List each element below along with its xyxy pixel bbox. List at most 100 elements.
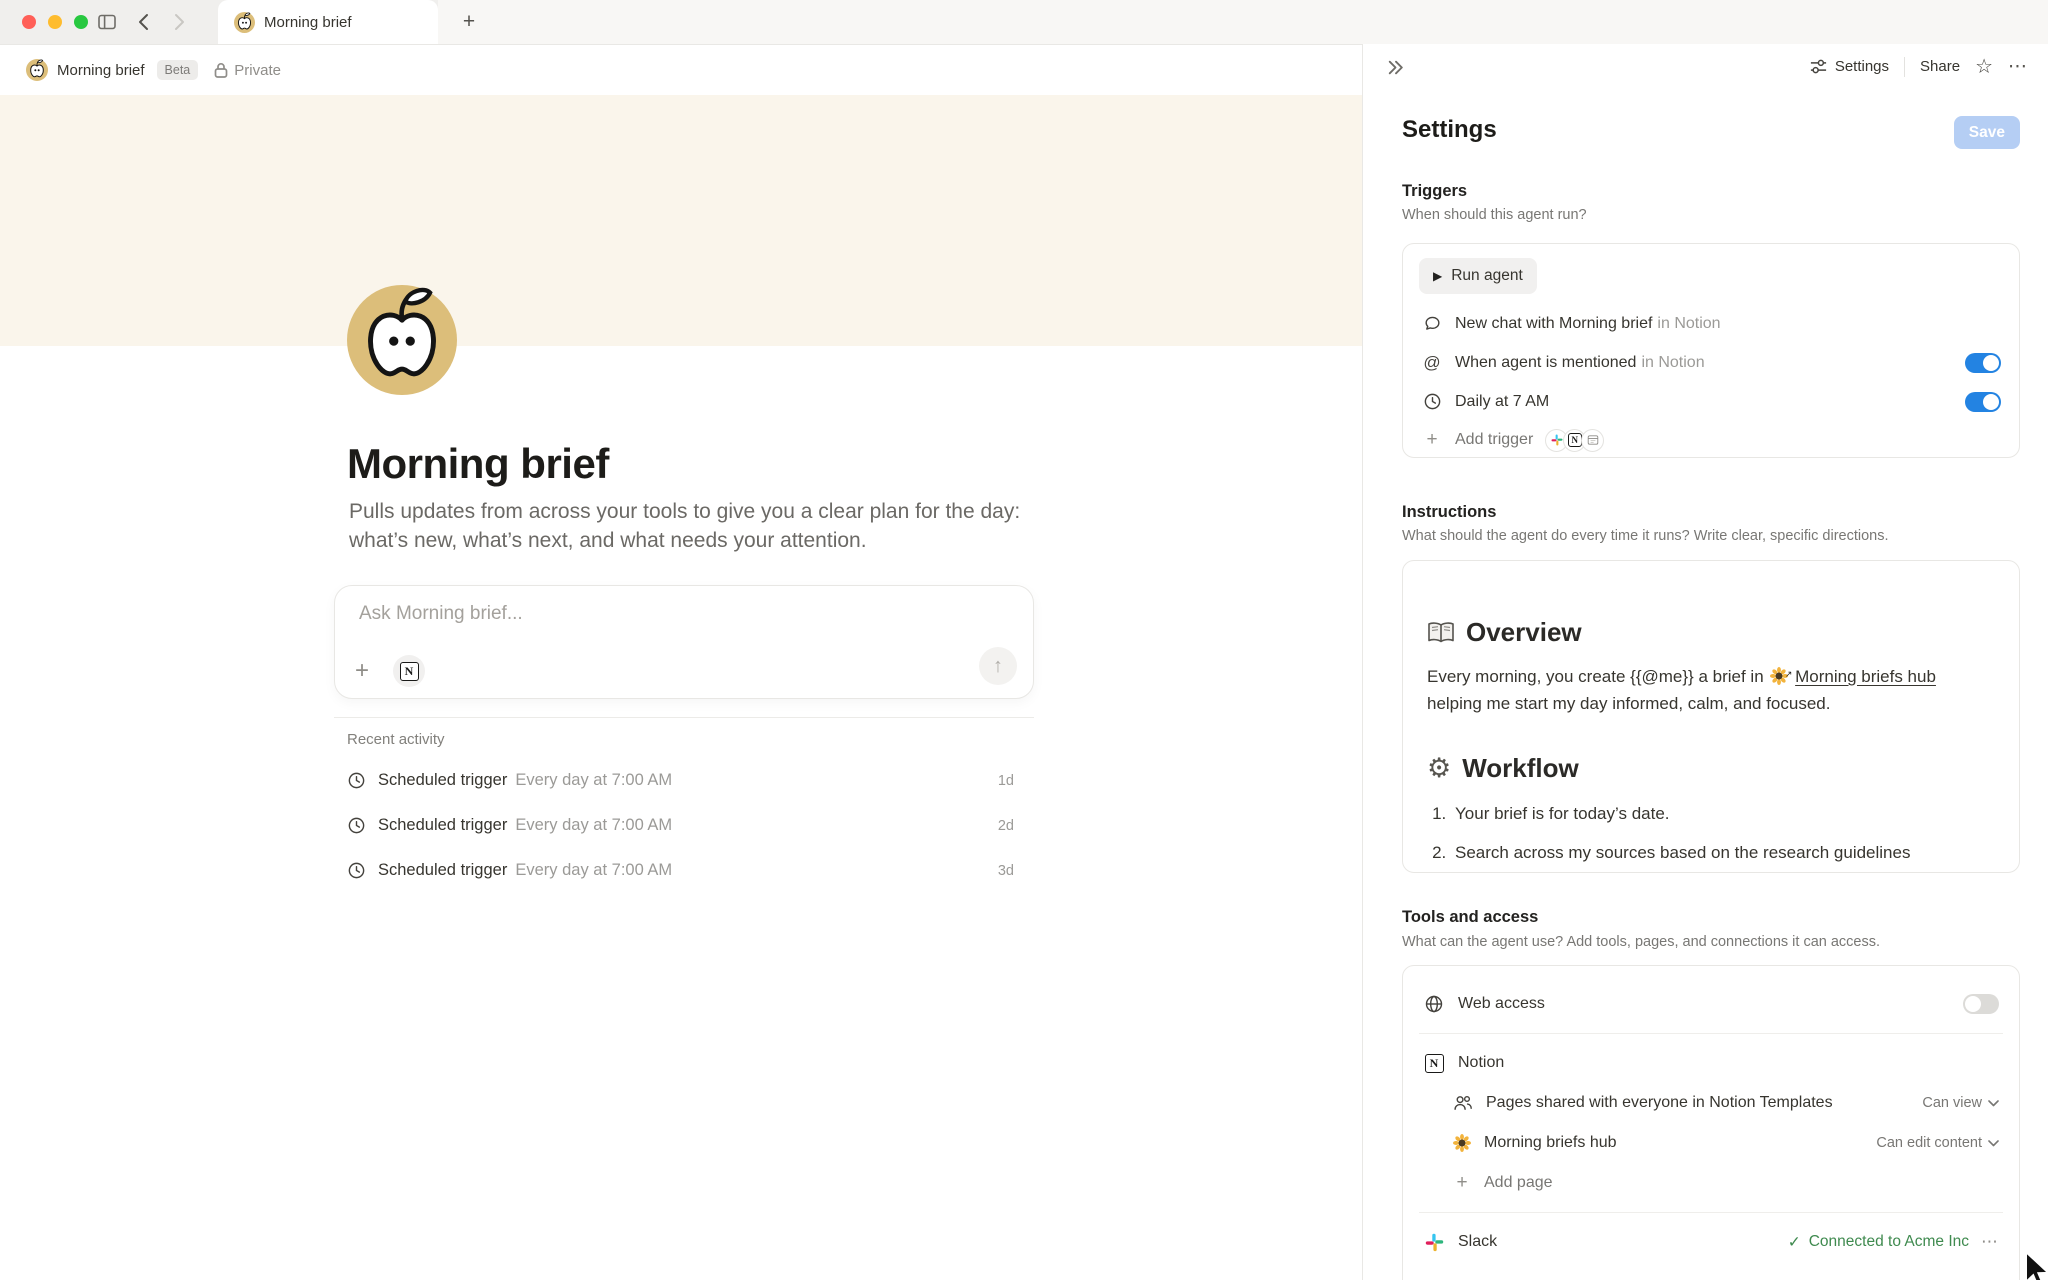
instructions-heading: Instructions (1402, 503, 1496, 522)
web-access-row[interactable]: Web access (1419, 984, 2003, 1024)
collapse-panel-icon[interactable] (1385, 57, 1406, 78)
settings-tab-button[interactable]: Settings (1809, 57, 1889, 76)
recent-activity-list: Scheduled trigger Every day at 7:00 AM 1… (334, 758, 1034, 893)
run-agent-label: Run agent (1451, 267, 1523, 285)
minimize-window-button[interactable] (48, 15, 62, 29)
trigger-row-new-chat[interactable]: New chat with Morning brief in Notion (1417, 304, 2005, 343)
activity-time: 2d (998, 818, 1014, 834)
mentioned-toggle[interactable] (1965, 353, 2001, 373)
activity-row[interactable]: Scheduled trigger Every day at 7:00 AM 2… (334, 803, 1034, 848)
daily-toggle[interactable] (1965, 392, 2001, 412)
lock-icon (214, 62, 228, 78)
slack-connection-status: ✓ Connected to Acme Inc (1788, 1233, 1969, 1252)
breadcrumb: Morning brief Beta Private (0, 45, 1362, 95)
activity-row[interactable]: Scheduled trigger Every day at 7:00 AM 1… (334, 758, 1034, 803)
privacy-label[interactable]: Private (234, 62, 281, 79)
breadcrumb-title[interactable]: Morning brief (57, 62, 145, 79)
chevron-down-icon (1988, 1100, 1999, 1107)
trigger-suffix: in Notion (1657, 315, 2001, 333)
trigger-label: New chat with Morning brief (1455, 315, 1652, 333)
page-cover-banner (0, 95, 1362, 346)
permission-dropdown[interactable]: Can edit content (1876, 1135, 1999, 1151)
run-agent-button[interactable]: ▶ Run agent (1419, 258, 1537, 294)
activity-title: Scheduled trigger (378, 861, 507, 880)
trigger-row-mentioned[interactable]: @ When agent is mentioned in Notion (1417, 343, 2005, 382)
instructions-editor[interactable]: Overview Every morning, you create {{@me… (1402, 560, 2020, 873)
add-trigger-label: Add trigger (1455, 431, 1533, 449)
slack-more-icon[interactable]: ⋯ (1981, 1232, 1999, 1252)
apple-agent-icon (234, 12, 255, 33)
tools-card: Web access N Notion Pages shared with ev… (1402, 965, 2020, 1280)
trigger-row-daily[interactable]: Daily at 7 AM (1417, 382, 2005, 421)
check-icon: ✓ (1788, 1233, 1801, 1252)
agent-avatar[interactable] (347, 285, 457, 395)
plus-icon: + (1453, 1172, 1471, 1194)
notion-label: Notion (1458, 1054, 1999, 1072)
trigger-label: Daily at 7 AM (1455, 393, 1549, 411)
activity-row[interactable]: Scheduled trigger Every day at 7:00 AM 3… (334, 848, 1034, 893)
trigger-source-badges: N (1545, 429, 1604, 452)
plus-icon: + (1421, 429, 1443, 451)
new-tab-button[interactable]: + (455, 8, 483, 36)
send-button[interactable]: ↑ (979, 647, 1017, 685)
web-access-toggle[interactable] (1963, 994, 1999, 1014)
sidebar-toggle-icon[interactable] (96, 11, 118, 33)
workflow-item: Your brief is for today’s date. (1451, 802, 1995, 826)
globe-icon (1423, 994, 1445, 1014)
add-trigger-button[interactable]: + Add trigger N (1417, 421, 2005, 459)
overview-text-after: helping me start my day informed, calm, … (1427, 694, 1830, 713)
slack-section-row[interactable]: Slack ✓ Connected to Acme Inc ⋯ (1419, 1222, 2003, 1262)
notion-scope-badge[interactable]: N (393, 655, 425, 687)
share-button[interactable]: Share (1920, 58, 1960, 75)
clock-icon (347, 861, 366, 880)
permission-value: Can view (1922, 1095, 1982, 1111)
more-options-icon[interactable]: ⋯ (2008, 55, 2028, 78)
notion-page-row[interactable]: Morning briefs hub Can edit content (1419, 1123, 2003, 1163)
activity-detail: Every day at 7:00 AM (515, 816, 998, 835)
slack-status-text: Connected to Acme Inc (1809, 1233, 1969, 1251)
sliders-icon (1809, 57, 1828, 76)
overview-paragraph: Every morning, you create {{@me}} a brie… (1427, 663, 1995, 717)
triggers-card: ▶ Run agent New chat with Morning brief … (1402, 243, 2020, 458)
zoom-window-button[interactable] (74, 15, 88, 29)
add-page-button[interactable]: + Add page (1419, 1163, 2003, 1203)
apple-agent-icon-small (26, 59, 48, 81)
open-book-icon (1427, 621, 1455, 645)
save-button[interactable]: Save (1954, 116, 2020, 149)
chat-input[interactable] (357, 602, 921, 626)
page-label: Pages shared with everyone in Notion Tem… (1486, 1094, 1922, 1112)
forward-icon[interactable] (168, 11, 190, 33)
workflow-list: Your brief is for today’s date. Search a… (1427, 802, 1995, 865)
page-description-line2: what’s new, what’s next, and what needs … (349, 529, 867, 552)
notion-icon: N (1423, 1054, 1445, 1073)
favorite-star-icon[interactable]: ☆ (1975, 54, 1993, 79)
back-icon[interactable] (132, 11, 154, 33)
activity-detail: Every day at 7:00 AM (515, 771, 998, 790)
morning-briefs-hub-link[interactable]: Morning briefs hub (1795, 667, 1936, 686)
page-title: Morning brief (347, 440, 609, 488)
trigger-suffix: in Notion (1641, 354, 1965, 372)
page-label: Morning briefs hub (1484, 1134, 1876, 1152)
tab-strip-empty-area (438, 0, 2048, 44)
settings-panel: Settings Share ☆ ⋯ Settings Save Trigger… (1363, 44, 2048, 1280)
chat-bubble-icon (1421, 314, 1443, 333)
notion-section-row[interactable]: N Notion (1419, 1043, 2003, 1083)
permission-dropdown[interactable]: Can view (1922, 1095, 1999, 1111)
sunflower-icon: ↗ (1770, 667, 1788, 685)
close-window-button[interactable] (22, 15, 36, 29)
overview-text-before: Every morning, you create {{@me}} a brie… (1427, 667, 1764, 686)
notion-icon: N (400, 662, 419, 681)
activity-time: 3d (998, 863, 1014, 879)
chat-input-card[interactable]: + N ↑ (334, 585, 1034, 699)
notion-page-row[interactable]: Pages shared with everyone in Notion Tem… (1419, 1083, 2003, 1123)
attach-plus-icon[interactable]: + (355, 660, 369, 682)
slack-label: Slack (1458, 1233, 1788, 1251)
activity-title: Scheduled trigger (378, 816, 507, 835)
at-icon: @ (1421, 353, 1443, 373)
mouse-cursor (2022, 1250, 2048, 1280)
clock-icon (347, 816, 366, 835)
permission-value: Can edit content (1876, 1135, 1982, 1151)
tab-morning-brief[interactable]: Morning brief (218, 0, 438, 44)
people-icon (1453, 1094, 1473, 1112)
sunflower-icon (1453, 1134, 1471, 1152)
